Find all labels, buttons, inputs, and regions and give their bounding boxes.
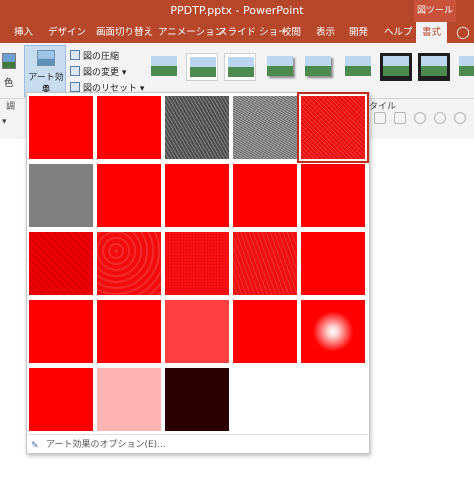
powerpoint-window: PPDTP.pptx - PowerPoint 図ツール 挿入 デザイン 画面切… [0,0,474,477]
artistic-effect-item[interactable] [29,300,93,363]
compress-icon [70,50,80,60]
artistic-effect-item[interactable] [29,232,93,295]
lightbulb-icon[interactable]: ◯ [456,25,470,40]
picture-style-item[interactable] [418,53,450,81]
divider [27,434,369,435]
artistic-effect-item[interactable] [29,368,93,431]
picture-style-item[interactable] [380,53,412,81]
artistic-effect-item[interactable] [301,164,365,227]
artistic-effect-item[interactable] [97,164,161,227]
circle-icon[interactable] [434,112,446,124]
picture-style-item[interactable] [456,53,474,81]
picture-styles-gallery [142,45,474,91]
circle-icon[interactable] [414,112,426,124]
artistic-effect-item[interactable] [165,164,229,227]
quick-format-toolbar [374,112,474,126]
artistic-effect-item[interactable] [97,96,161,159]
tab-developer[interactable]: 開発 [349,22,368,43]
color-icon [2,53,16,69]
change-picture-icon [70,66,80,76]
artistic-effect-item[interactable] [301,232,365,295]
artistic-effect-item[interactable] [165,300,229,363]
artistic-effects-icon [37,50,55,66]
change-picture-button[interactable]: 図の変更 ▾ [70,65,126,79]
artistic-effect-item[interactable] [233,232,297,295]
tab-format[interactable]: 書式 [416,22,448,43]
picture-style-item[interactable] [148,53,180,81]
ribbon-tab-bar: 挿入 デザイン 画面切り替え アニメーション スライド ショー 校閲 表示 開発… [0,22,474,43]
format-icon[interactable] [394,112,406,124]
artistic-effects-options-link[interactable]: ✎ アート効果のオプション(E)... [31,437,166,451]
artistic-effects-button[interactable]: アート効果 ▾ [24,45,66,97]
chevron-down-icon: ▾ [2,117,7,127]
adjust-group-label: 調 [6,102,16,112]
effects-options-icon: ✎ [31,441,39,451]
artistic-effect-item[interactable] [233,300,297,363]
artistic-effect-item[interactable] [97,368,161,431]
artistic-effect-item[interactable] [301,300,365,363]
picture-style-item[interactable] [264,53,296,81]
tab-slideshow[interactable]: スライド ショー [218,22,288,43]
picture-style-item[interactable] [302,53,334,81]
change-picture-label: 図の変更 [83,68,120,78]
tab-design[interactable]: デザイン [48,22,86,43]
tab-help[interactable]: ヘルプ [384,22,413,43]
artistic-effect-item[interactable] [97,300,161,363]
chevron-down-icon: ▾ [121,68,127,78]
picture-tools-label: 図ツール [414,0,456,22]
picture-style-item[interactable] [342,53,374,81]
compress-label: 図の圧縮 [83,52,120,62]
title-bar: PPDTP.pptx - PowerPoint 図ツール [0,0,474,22]
artistic-effect-item[interactable] [165,96,229,159]
tab-transitions[interactable]: 画面切り替え [96,22,153,43]
color-label: 色 [4,78,14,89]
window-title: PPDTP.pptx - PowerPoint [170,4,304,17]
tab-review[interactable]: 校閲 [282,22,301,43]
artistic-effect-item[interactable] [165,232,229,295]
compress-pictures-button[interactable]: 図の圧縮 [70,49,119,63]
reset-picture-icon [70,82,80,92]
color-button[interactable]: 色 [0,47,20,95]
artistic-effects-dropdown: ✎ アート効果のオプション(E)... [26,92,370,454]
artistic-effect-item[interactable] [233,164,297,227]
artistic-effect-item[interactable] [233,96,297,159]
artistic-effect-item[interactable] [97,232,161,295]
ribbon: 色 アート効果 ▾ 図の圧縮 図の変更 ▾ 図のリセット ▾ [0,43,474,99]
artistic-effect-item[interactable] [29,164,93,227]
tab-insert[interactable]: 挿入 [14,22,33,43]
picture-style-item[interactable] [186,53,218,81]
artistic-effects-options-label: アート効果のオプション(E)... [46,440,166,450]
tab-view[interactable]: 表示 [316,22,335,43]
left-edge-strip: 調 ▾ [0,99,26,139]
artistic-effect-item[interactable] [297,92,369,163]
chevron-down-icon: ▾ [43,82,48,91]
circle-icon[interactable] [454,112,466,124]
picture-style-item[interactable] [224,53,256,81]
format-icon[interactable] [374,112,386,124]
tab-animations[interactable]: アニメーション [158,22,224,43]
artistic-effect-item[interactable] [29,96,93,159]
artistic-effect-item[interactable] [165,368,229,431]
